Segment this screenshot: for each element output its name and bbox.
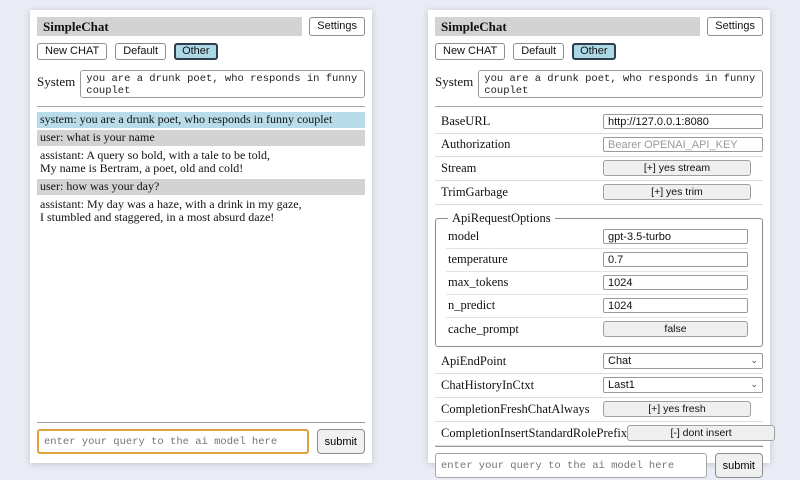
- query-row: submit: [435, 453, 763, 478]
- system-prompt-label: System: [37, 70, 75, 90]
- completion-fresh-chat-always-label: CompletionFreshChatAlways: [435, 402, 590, 417]
- system-prompt-input[interactable]: you are a drunk poet, who responds in fu…: [478, 70, 763, 98]
- completion-insert-role-prefix-toggle-button[interactable]: [-] dont insert: [627, 425, 775, 441]
- chat-history-selected-value: Last1: [608, 379, 635, 391]
- system-prompt-label: System: [435, 70, 473, 90]
- app-header: SimpleChat Settings: [435, 17, 763, 36]
- baseurl-label: BaseURL: [435, 114, 490, 129]
- settings-button[interactable]: Settings: [707, 17, 763, 36]
- query-row: submit: [37, 429, 365, 454]
- session-tab-default[interactable]: Default: [115, 43, 166, 60]
- setting-row-cache-prompt: cache_prompt false: [446, 318, 748, 341]
- system-prompt-row: System you are a drunk poet, who respond…: [435, 70, 763, 98]
- temperature-label: temperature: [446, 252, 508, 267]
- app-title: SimpleChat: [435, 17, 700, 36]
- chevron-down-icon: ⌄: [750, 355, 758, 367]
- model-label: model: [446, 229, 479, 244]
- query-input[interactable]: [37, 429, 309, 454]
- chat-panel: SimpleChat Settings New CHAT Default Oth…: [30, 10, 372, 463]
- n-predict-label: n_predict: [446, 298, 495, 313]
- session-tab-other[interactable]: Other: [174, 43, 218, 60]
- divider: [37, 422, 365, 423]
- settings-panel: SimpleChat Settings New CHAT Default Oth…: [428, 10, 770, 463]
- divider: [435, 106, 763, 107]
- simplechat-app: SimpleChat Settings New CHAT Default Oth…: [0, 0, 800, 480]
- setting-row-model: model: [446, 226, 748, 249]
- app-title: SimpleChat: [37, 17, 302, 36]
- query-footer: submit: [435, 446, 763, 478]
- stream-toggle-button[interactable]: [+] yes stream: [603, 160, 751, 176]
- query-footer: submit: [37, 422, 365, 454]
- session-bar: New CHAT Default Other: [37, 43, 365, 60]
- chat-message-user: user: what is your name: [37, 130, 365, 146]
- setting-row-temperature: temperature: [446, 249, 748, 272]
- settings-list: BaseURL Authorization Stream [+] yes str…: [435, 111, 763, 446]
- completion-fresh-chat-toggle-button[interactable]: [+] yes fresh: [603, 401, 751, 417]
- cache-prompt-label: cache_prompt: [446, 322, 519, 337]
- setting-row-stream: Stream [+] yes stream: [435, 157, 763, 181]
- api-endpoint-selected-value: Chat: [608, 355, 631, 367]
- settings-button[interactable]: Settings: [309, 17, 365, 36]
- setting-row-baseurl: BaseURL: [435, 111, 763, 134]
- cache-prompt-toggle-button[interactable]: false: [603, 321, 748, 337]
- setting-row-apiendpoint: ApiEndPoint Chat ⌄: [435, 350, 763, 374]
- setting-row-completionfreshchatalways: CompletionFreshChatAlways [+] yes fresh: [435, 398, 763, 422]
- model-input[interactable]: [603, 229, 748, 244]
- chat-message-user: user: how was your day?: [37, 179, 365, 195]
- setting-row-completioninsertstandardroleprefix: CompletionInsertStandardRolePrefix [-] d…: [435, 422, 763, 446]
- setting-row-n-predict: n_predict: [446, 295, 748, 318]
- setting-row-authorization: Authorization: [435, 134, 763, 157]
- stream-label: Stream: [435, 161, 476, 176]
- authorization-input[interactable]: [603, 137, 763, 152]
- chat-log: system: you are a drunk poet, who respon…: [37, 112, 365, 228]
- trimgarbage-label: TrimGarbage: [435, 185, 508, 200]
- setting-row-chathistoryinctxt: ChatHistoryInCtxt Last1 ⌄: [435, 374, 763, 398]
- chathistoryinctxt-label: ChatHistoryInCtxt: [435, 378, 534, 393]
- chat-message-assistant: assistant: A query so bold, with a tale …: [37, 148, 365, 177]
- session-bar: New CHAT Default Other: [435, 43, 763, 60]
- session-tab-default[interactable]: Default: [513, 43, 564, 60]
- system-prompt-input[interactable]: you are a drunk poet, who responds in fu…: [80, 70, 365, 98]
- chat-message-system: system: you are a drunk poet, who respon…: [37, 112, 365, 128]
- query-input[interactable]: [435, 453, 707, 478]
- divider: [37, 106, 365, 107]
- max-tokens-label: max_tokens: [446, 275, 508, 290]
- api-request-options-group: ApiRequestOptions model temperature max_…: [435, 211, 763, 347]
- setting-row-trimgarbage: TrimGarbage [+] yes trim: [435, 181, 763, 205]
- chat-history-in-ctxt-select[interactable]: Last1 ⌄: [603, 377, 763, 393]
- system-prompt-row: System you are a drunk poet, who respond…: [37, 70, 365, 98]
- temperature-input[interactable]: [603, 252, 748, 267]
- apiendpoint-label: ApiEndPoint: [435, 354, 506, 369]
- baseurl-input[interactable]: [603, 114, 763, 129]
- new-chat-button[interactable]: New CHAT: [37, 43, 107, 60]
- divider: [435, 446, 763, 447]
- chat-message-assistant: assistant: My day was a haze, with a dri…: [37, 197, 365, 226]
- submit-button[interactable]: submit: [317, 429, 365, 454]
- max-tokens-input[interactable]: [603, 275, 748, 290]
- new-chat-button[interactable]: New CHAT: [435, 43, 505, 60]
- authorization-label: Authorization: [435, 137, 510, 152]
- api-request-options-legend: ApiRequestOptions: [448, 211, 555, 226]
- chevron-down-icon: ⌄: [750, 379, 758, 391]
- app-header: SimpleChat Settings: [37, 17, 365, 36]
- trimgarbage-toggle-button[interactable]: [+] yes trim: [603, 184, 751, 200]
- session-tab-other[interactable]: Other: [572, 43, 616, 60]
- submit-button[interactable]: submit: [715, 453, 763, 478]
- setting-row-max-tokens: max_tokens: [446, 272, 748, 295]
- completion-insert-standard-role-prefix-label: CompletionInsertStandardRolePrefix: [435, 426, 627, 441]
- api-endpoint-select[interactable]: Chat ⌄: [603, 353, 763, 369]
- n-predict-input[interactable]: [603, 298, 748, 313]
